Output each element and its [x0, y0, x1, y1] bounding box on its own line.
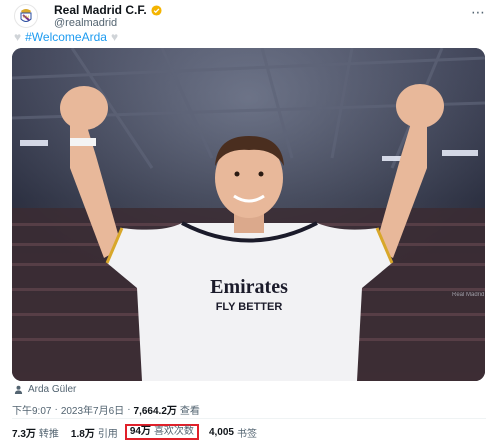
retweets-label: 转推 — [38, 428, 59, 440]
post-meta: 下午9:07 · 2023年7月6日 · 7,664.2万 查看 — [12, 402, 200, 417]
player-photo: Emirates FLY BETTER Real Madrid — [12, 48, 485, 381]
account-handle[interactable]: @realmadrid — [54, 17, 117, 29]
bookmarks-count: 4,005 — [208, 426, 234, 438]
account-name[interactable]: Real Madrid C.F. — [54, 3, 147, 17]
divider — [12, 418, 486, 419]
verified-badge-icon — [151, 4, 162, 16]
more-icon[interactable]: ⋯ — [471, 4, 486, 21]
likes-stat[interactable]: 94万 喜欢次数 — [124, 424, 199, 440]
post-text: ♥ #WelcomeArda ♥ — [14, 30, 118, 44]
photo-credit[interactable]: Arda Güler — [14, 384, 76, 395]
heart-icon: ♥ — [110, 30, 119, 44]
bookmarks-stat[interactable]: 4,005 书签 — [209, 425, 257, 440]
quotes-count: 1.8万 — [70, 428, 95, 440]
crest-icon: RM — [20, 9, 32, 22]
likes-count: 94万 — [129, 426, 151, 437]
tweet: RM Real Madrid C.F. @realmadrid ⋯ ♥ #Wel… — [0, 0, 500, 440]
heart-icon: ♥ — [14, 30, 22, 44]
account-name-row: Real Madrid C.F. — [54, 3, 162, 17]
engagement-stats: 7.3万 转推 1.8万 引用 94万 喜欢次数 4,005 书签 — [12, 424, 269, 440]
post-date[interactable]: 2023年7月6日 — [61, 402, 124, 417]
post-time[interactable]: 下午9:07 — [12, 402, 51, 417]
bookmarks-label: 书签 — [236, 428, 257, 440]
quotes-label: 引用 — [97, 428, 118, 440]
quotes-stat[interactable]: 1.8万 引用 — [71, 425, 118, 440]
retweets-count: 7.3万 — [12, 428, 36, 440]
hashtag-link[interactable]: #WelcomeArda — [25, 30, 107, 44]
views-count: 7,664.2万 — [133, 406, 177, 417]
person-icon — [14, 385, 23, 394]
image-watermark: Real Madrid — [452, 292, 484, 298]
avatar[interactable]: RM — [14, 4, 38, 28]
retweets-stat[interactable]: 7.3万 转推 — [12, 425, 59, 440]
svg-text:RM: RM — [23, 14, 29, 19]
likes-label: 喜欢次数 — [153, 426, 194, 437]
post-image[interactable]: Emirates FLY BETTER Real Madrid — [12, 48, 485, 381]
jersey-sponsor: Emirates — [210, 276, 288, 298]
jersey-slogan: FLY BETTER — [216, 301, 283, 313]
views-label: 查看 — [179, 406, 200, 417]
photo-credit-name: Arda Güler — [28, 384, 77, 395]
